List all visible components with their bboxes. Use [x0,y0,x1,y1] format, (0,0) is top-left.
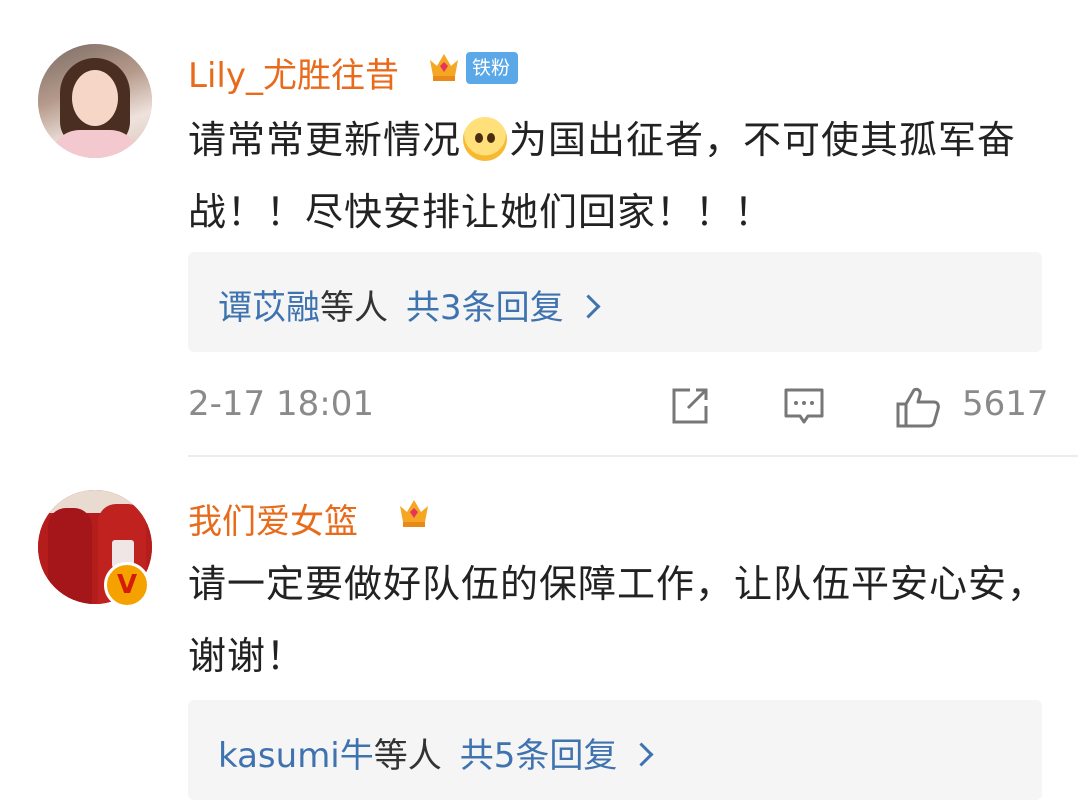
chevron-right-icon [576,294,601,319]
share-icon[interactable] [668,384,712,428]
avatar[interactable] [38,44,152,158]
like-count: 5617 [962,384,1049,424]
like-icon[interactable] [894,384,942,430]
comment-time: 2-17 18:01 [188,384,374,424]
reply-names[interactable]: kasumi牛 [218,736,374,776]
pleading-face-icon [463,117,508,161]
crown-icon [430,54,458,81]
reply-summary[interactable]: 谭苡融等人 共3条回复 [188,252,1042,352]
comment-text: 请常常更新情况 为国出征者，不可使其孤军奋战！！尽快安排让她们回家！！！ [188,104,1058,248]
comment-icon[interactable] [782,384,826,428]
crown-icon [400,500,428,527]
username[interactable]: Lily_尤胜往昔 [188,48,399,97]
chevron-right-icon [629,742,654,767]
comment-text-part: 请常常更新情况 [188,118,462,162]
reply-summary-line: kasumi牛等人 共5条回复 [218,728,654,777]
divider [188,455,1078,457]
verified-icon: V [104,562,150,608]
username[interactable]: 我们爱女篮 [188,494,358,543]
comment-text: 请一定要做好队伍的保障工作，让队伍平安心安，谢谢！ [188,562,1047,678]
fan-badge: 铁粉 [466,52,519,84]
reply-summary[interactable]: kasumi牛等人 共5条回复 [188,700,1042,800]
reply-names[interactable]: 谭苡融 [218,288,320,328]
reply-summary-line: 谭苡融等人 共3条回复 [218,280,601,329]
reply-count[interactable]: 共3条回复 [406,288,564,328]
reply-suffix: 等人 [373,736,442,776]
reply-count[interactable]: 共5条回复 [460,736,618,776]
reply-suffix: 等人 [320,288,388,328]
